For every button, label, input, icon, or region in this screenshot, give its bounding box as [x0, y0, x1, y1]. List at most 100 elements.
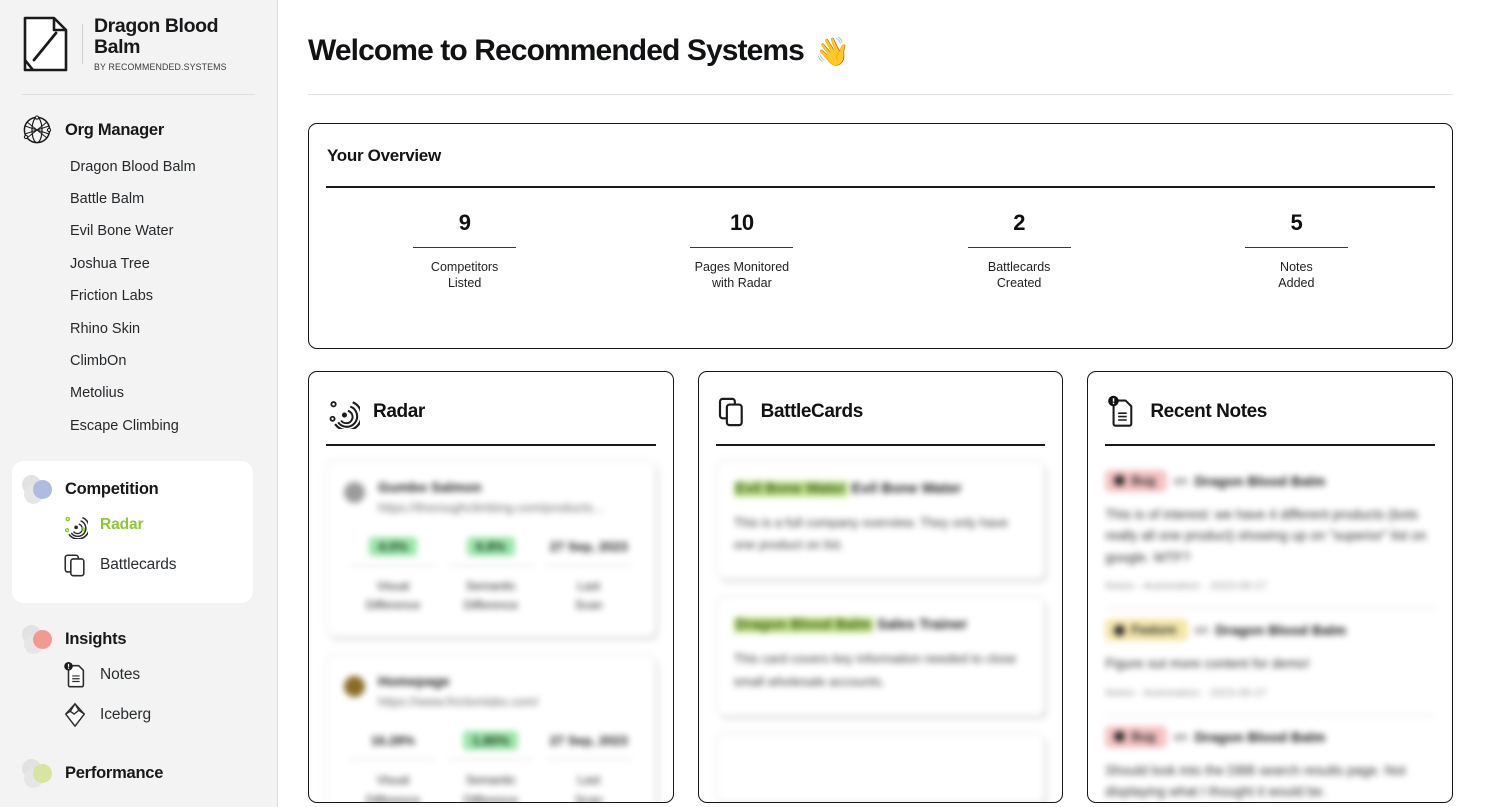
- battlecard-company: Dragon Blood Balm: [733, 617, 874, 634]
- overview-stats: 9 Competitors Listed 10 Pages Monitored …: [326, 210, 1435, 292]
- metric-label-line1: Visual: [376, 578, 410, 593]
- note-target: Dragon Blood Balm: [1215, 622, 1347, 639]
- sidebar-item-escape-climbing[interactable]: Escape Climbing: [0, 410, 277, 442]
- globe-network-icon: [23, 115, 52, 144]
- battlecard-title: Evil Bone Water Evil Bone Water: [733, 480, 1028, 497]
- battlecard[interactable]: Evil Bone Water Evil Bone Water This is …: [715, 459, 1046, 580]
- battlecard-subject: Evil Bone Water: [847, 480, 962, 497]
- metric-value: 27 Sep, 2023: [549, 538, 628, 554]
- stat-pages-monitored: 10 Pages Monitored with Radar: [603, 210, 880, 292]
- sidebar-item-rhino-skin[interactable]: Rhino Skin: [0, 313, 277, 345]
- metric-label-line2: Scan: [575, 598, 603, 613]
- overview-divider: [326, 186, 1435, 188]
- sidebar-item-metolius[interactable]: Metolius: [0, 378, 277, 410]
- insights-blob-icon: [22, 624, 52, 655]
- stat-underline: [413, 246, 517, 248]
- radar-metric: 6.8% Semantic Difference: [442, 536, 540, 617]
- battlecard-description: This is a full company overview. They on…: [733, 514, 1009, 552]
- radar-card[interactable]: Gumbo Salmon https://thoroughclimbing.co…: [326, 459, 656, 638]
- metric-value: 4.0%: [369, 536, 417, 556]
- metric-underline: [447, 564, 534, 566]
- sidebar-group-performance: Performance: [0, 758, 277, 789]
- note-tag: Feature: [1105, 619, 1188, 642]
- metric-label-line1: Semantic: [465, 578, 516, 593]
- page-title-text: Welcome to Recommended Systems: [308, 34, 805, 67]
- note-target: Dragon Blood Balm: [1194, 728, 1326, 745]
- radar-card-metrics: 16.28% Visual Difference 1.80% Semantic …: [344, 731, 638, 802]
- tag-dot-icon: [1114, 731, 1126, 743]
- sidebar-item-performance[interactable]: Performance: [0, 758, 277, 789]
- battlecard-title: Dragon Blood Balm Sales Trainer: [733, 617, 1028, 634]
- stat-label-line1: Pages Monitored: [694, 260, 790, 274]
- stat-notes-added: 5 Notes Added: [1158, 210, 1435, 292]
- sidebar-item-radar[interactable]: Radar: [12, 505, 253, 545]
- stat-label-line2: Added: [1278, 276, 1315, 290]
- battlecard-company: Evil Bone Water: [733, 480, 848, 497]
- radar-card[interactable]: Homepage https://www.frictionlabs.com/ 1…: [326, 654, 656, 802]
- sidebar-item-friction-labs[interactable]: Friction Labs: [0, 281, 277, 313]
- radar-card-head: Homepage https://www.frictionlabs.com/: [344, 673, 638, 709]
- note-tag-label: Bug: [1131, 473, 1156, 488]
- battlecard[interactable]: [715, 732, 1046, 802]
- radar-icon: [64, 516, 88, 539]
- metric-value: 6.8%: [467, 536, 515, 556]
- sidebar-item-org-manager[interactable]: Org Manager: [0, 115, 277, 145]
- note-tag-label: Bug: [1131, 729, 1156, 744]
- battlecard-description: This card covers key information needed …: [733, 651, 1017, 689]
- cards-icon: [64, 554, 85, 577]
- sidebar-item-competition[interactable]: Competition: [12, 474, 253, 505]
- sidebar-item-insights[interactable]: Insights: [0, 624, 277, 655]
- radar-icon: [329, 401, 360, 429]
- competition-blob-icon: [22, 474, 52, 505]
- sidebar-item-evil-bone-water[interactable]: Evil Bone Water: [0, 216, 277, 248]
- metric-label-line1: Last: [577, 578, 601, 593]
- note-tag: Bug: [1105, 469, 1167, 492]
- sidebar: Dragon Blood Balm BY RECOMMENDED.SYSTEMS…: [0, 0, 278, 807]
- sidebar-item-label: Iceberg: [100, 705, 151, 723]
- note-item[interactable]: Bug on Dragon Blood Balm Should look int…: [1105, 716, 1435, 802]
- sidebar-item-battle-balm[interactable]: Battle Balm: [0, 183, 277, 215]
- note-body: Should look into the DBB search results …: [1105, 762, 1406, 800]
- overview-card: Your Overview 9 Competitors Listed 10 Pa…: [308, 123, 1453, 349]
- stat-label: Battlecards Created: [881, 259, 1158, 291]
- metric-label: Visual Difference: [344, 771, 442, 802]
- overview-title: Your Overview: [327, 146, 441, 165]
- stat-value: 5: [1290, 209, 1303, 235]
- brand-header[interactable]: Dragon Blood Balm BY RECOMMENDED.SYSTEMS: [0, 0, 277, 86]
- battlecards-panel: BattleCards Evil Bone Water Evil Bone Wa…: [697, 371, 1064, 803]
- note-alert-icon: [64, 661, 85, 688]
- main-content: Welcome to Recommended Systems 👋 Your Ov…: [278, 0, 1495, 807]
- recent-notes-panel-header: Recent Notes: [1105, 388, 1435, 436]
- note-header: Feature on Dragon Blood Balm: [1105, 619, 1435, 642]
- sidebar-group-org-manager: Org Manager Dragon Blood Balm Battle Bal…: [0, 115, 277, 443]
- tag-dot-icon: [1114, 624, 1126, 636]
- note-on-label: on: [1194, 623, 1209, 638]
- recent-notes-panel-title: Recent Notes: [1150, 401, 1267, 422]
- sidebar-item-dragon-blood-balm[interactable]: Dragon Blood Balm: [0, 151, 277, 183]
- sidebar-item-iceberg[interactable]: Iceberg: [0, 695, 277, 735]
- note-tag-label: Feature: [1131, 623, 1177, 638]
- note-item[interactable]: Feature on Dragon Blood Balm Figure out …: [1105, 609, 1436, 716]
- radar-panel-body: Gumbo Salmon https://thoroughclimbing.co…: [326, 446, 656, 802]
- metric-label: Last Scan: [540, 577, 638, 617]
- radar-metric: 27 Sep, 2023 Last Scan: [540, 731, 638, 802]
- favicon: [344, 481, 365, 503]
- metric-underline: [447, 759, 534, 761]
- battlecards-panel-header: BattleCards: [716, 388, 1046, 436]
- battlecard[interactable]: Dragon Blood Balm Sales Trainer This car…: [715, 596, 1046, 716]
- sidebar-item-climbon[interactable]: ClimbOn: [0, 345, 277, 377]
- sidebar-item-joshua-tree[interactable]: Joshua Tree: [0, 248, 277, 280]
- sidebar-item-battlecards[interactable]: Battlecards: [12, 545, 253, 585]
- favicon: [344, 676, 365, 698]
- note-body: This is of interest: we have 4 different…: [1105, 506, 1427, 565]
- sidebar-item-notes[interactable]: Notes: [0, 655, 277, 695]
- note-header: Bug on Dragon Blood Balm: [1105, 725, 1435, 748]
- stat-value: 10: [730, 209, 754, 235]
- note-item[interactable]: Bug on Dragon Blood Balm This is of inte…: [1105, 460, 1436, 610]
- metric-value: 27 Sep, 2023: [549, 733, 628, 749]
- note-target: Dragon Blood Balm: [1194, 472, 1326, 489]
- radar-card-head: Gumbo Salmon https://thoroughclimbing.co…: [344, 479, 638, 515]
- recent-notes-panel: Recent Notes Bug on Dragon Blood Balm Th…: [1087, 371, 1454, 803]
- dashboard-panels: Radar Gumbo Salmon https://thoroughclimb…: [308, 371, 1454, 803]
- sidebar-item-label: Notes: [100, 665, 140, 683]
